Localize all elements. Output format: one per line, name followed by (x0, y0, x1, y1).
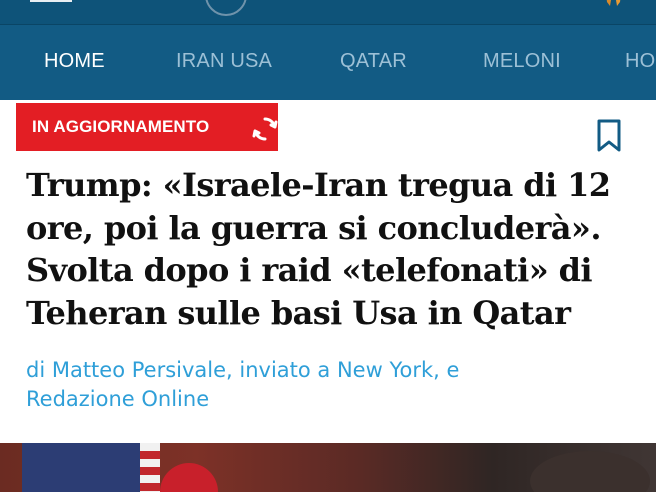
nav-item-ho[interactable]: HO (625, 50, 655, 73)
top-bar (0, 0, 656, 25)
person-shape (530, 451, 650, 492)
bookmark-icon[interactable] (596, 119, 622, 153)
nav-item-home[interactable]: HOME (44, 50, 105, 73)
flag-shape (22, 443, 140, 492)
red-cap-shape (160, 463, 218, 492)
section-nav: HOME IRAN USA QATAR MELONI HO (0, 25, 656, 100)
refresh-icon (252, 117, 278, 141)
ribbon-icon[interactable] (604, 0, 624, 8)
live-update-badge[interactable]: IN AGGIORNAMENTO (16, 103, 278, 151)
nav-item-iran-usa[interactable]: IRAN USA (176, 50, 272, 73)
hamburger-icon[interactable] (30, 0, 72, 2)
article-photo[interactable] (0, 443, 656, 492)
article-byline[interactable]: di Matteo Persivale, inviato a New York,… (26, 356, 546, 414)
nav-item-meloni[interactable]: MELONI (483, 50, 561, 73)
article-headline[interactable]: Trump: «Israele-Iran tregua di 12 ore, p… (26, 164, 636, 334)
logo-icon[interactable] (205, 0, 247, 16)
flag-stripes (140, 443, 160, 492)
nav-item-qatar[interactable]: QATAR (340, 50, 407, 73)
live-badge-label: IN AGGIORNAMENTO (32, 117, 210, 136)
